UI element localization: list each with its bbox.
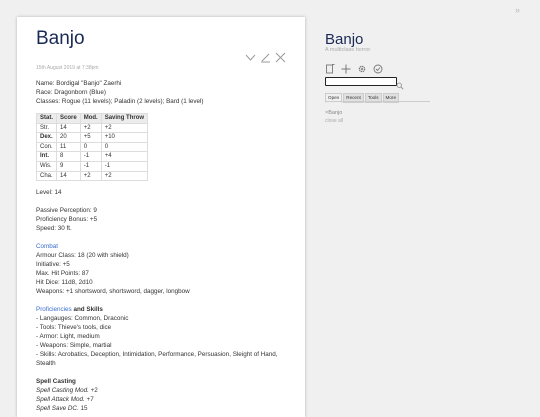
table-cell: +2 xyxy=(100,170,149,182)
site-subtitle: A multiclass horror xyxy=(325,47,371,53)
table-cell: +2 xyxy=(79,170,102,182)
table-cell: +2 xyxy=(100,122,149,134)
spell-casting-heading: Spell Casting xyxy=(36,378,76,386)
skills-line: - Skills: Acrobatics, Deception, Intimid… xyxy=(36,351,278,368)
initiative-line: Initiative: +5 xyxy=(36,261,70,269)
spell-save-dc-label: Spell Save DC. xyxy=(36,405,79,413)
proficiencies-link[interactable]: Proficiencies xyxy=(36,306,72,313)
table-cell: +4 xyxy=(100,151,149,162)
hit-dice-line: Hit Dice: 11d8, 2d10 xyxy=(36,279,93,287)
table-cell: Dex. xyxy=(35,132,58,143)
table-cell: 0 xyxy=(79,141,102,153)
table-row: Dex. 20 +5 +10 xyxy=(35,132,149,143)
tools-line: - Tools: Thieve's tools, dice xyxy=(36,324,112,332)
proficiency-bonus-line: Proficiency Bonus: +5 xyxy=(36,216,98,224)
site-title: Banjo xyxy=(325,31,364,48)
table-row: Int. 8 -1 +4 xyxy=(35,151,149,162)
spell-casting-mod-value: +2 xyxy=(88,387,98,395)
spell-attack-mod-value: +7 xyxy=(84,396,94,404)
table-header: Mod. xyxy=(79,113,102,124)
weapons-line: Weapons: +1 shortsword, shortsword, dagg… xyxy=(36,288,190,296)
table-cell: +10 xyxy=(100,132,149,143)
table-cell: 14 xyxy=(56,170,81,182)
armour-class-line: Armour Class: 18 (20 with shield) xyxy=(36,252,129,260)
table-row: Wis. 9 -1 -1 xyxy=(35,160,149,172)
weapons-prof-line: - Weapons: Simple, martial xyxy=(36,342,112,350)
table-cell: Cha. xyxy=(35,170,58,182)
tiddler-body: Name: Bordigal "Banjo" Zaerhi Race: Drag… xyxy=(35,79,296,413)
table-cell: 11 xyxy=(56,141,81,153)
table-cell: -1 xyxy=(79,160,102,172)
chevron-down-icon[interactable] xyxy=(245,50,256,68)
combat-link[interactable]: Combat xyxy=(36,243,58,250)
close-icon[interactable] xyxy=(275,50,286,68)
open-tiddler-item[interactable]: ×Banjo xyxy=(325,110,342,116)
tab-divider xyxy=(325,101,430,102)
tiddler-date: 15th August 2019 at 7:38pm xyxy=(36,65,99,71)
table-cell: Wis. xyxy=(35,160,58,172)
armor-line: - Armor: Light, medium xyxy=(36,333,100,341)
table-cell: -1 xyxy=(100,160,149,172)
speed-line: Speed: 30 ft. xyxy=(36,225,72,233)
spell-casting-mod-label: Spell Casting Mod. xyxy=(36,387,89,395)
languages-line: - Langauges: Common, Draconic xyxy=(36,315,129,323)
tiddler-title: Banjo xyxy=(36,28,85,49)
passive-perception-line: Passive Perception: 9 xyxy=(36,207,97,215)
skills-heading: and Skills xyxy=(71,306,103,314)
table-header-row: Stat. Score Mod. Saving Throw xyxy=(35,113,149,124)
spell-save-dc-value: 15 xyxy=(78,405,88,413)
table-header: Stat. xyxy=(35,113,58,124)
tiddler-card: Banjo 15th August 2019 at 7:38pm Name: B… xyxy=(17,17,305,417)
table-cell: Con. xyxy=(35,141,58,153)
table-cell: +5 xyxy=(79,132,102,143)
table-header: Score xyxy=(56,113,81,124)
close-all-button[interactable]: close all xyxy=(325,118,343,124)
table-header: Saving Throw xyxy=(100,113,149,124)
table-cell: +2 xyxy=(79,122,102,134)
pencil-icon[interactable] xyxy=(260,50,271,68)
table-row: Con. 11 0 0 xyxy=(35,141,149,153)
double-chevron-right-icon[interactable]: » xyxy=(515,5,520,15)
table-cell: 14 xyxy=(56,122,81,134)
table-cell: 8 xyxy=(56,151,81,162)
table-cell: 20 xyxy=(56,132,81,143)
classes-line: Classes: Rogue (11 levels); Paladin (2 l… xyxy=(36,98,204,105)
table-row: Cha. 14 +2 +2 xyxy=(35,170,149,182)
stats-table: Stat. Score Mod. Saving Throw Str. 14 +2… xyxy=(35,113,149,182)
table-row: Str. 14 +2 +2 xyxy=(35,122,149,134)
table-cell: -1 xyxy=(79,151,102,162)
table-cell: 0 xyxy=(100,141,149,153)
table-cell: Int. xyxy=(35,151,58,162)
spell-attack-mod-label: Spell Attack Mod. xyxy=(36,396,85,404)
table-cell: Str. xyxy=(35,122,58,134)
table-cell: 9 xyxy=(56,160,81,172)
hit-points-line: Max. Hit Points: 87 xyxy=(36,270,89,278)
search-input[interactable] xyxy=(325,77,397,86)
name-line: Name: Bordigal "Banjo" Zaerhi xyxy=(36,80,122,87)
level-line: Level: 14 xyxy=(36,189,62,197)
race-line: Race: Dragonborn (Blue) xyxy=(36,89,107,96)
